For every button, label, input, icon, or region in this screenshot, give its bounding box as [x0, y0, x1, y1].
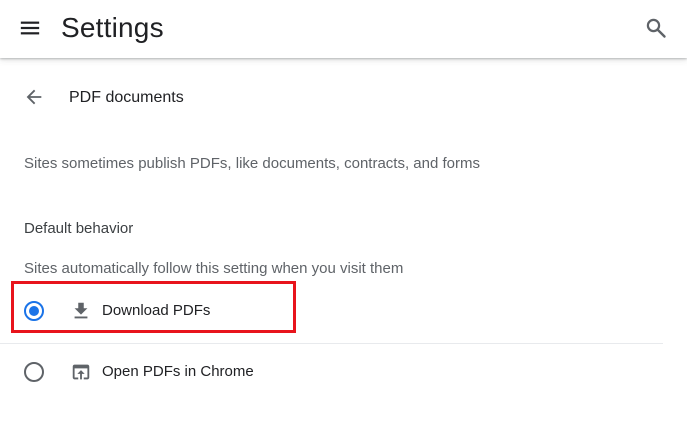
open-in-browser-icon	[72, 364, 90, 380]
option-label-open-pdfs-in-chrome: Open PDFs in Chrome	[102, 363, 254, 380]
arrow-back-icon[interactable]	[23, 86, 45, 108]
app-title: Settings	[61, 12, 164, 43]
hamburger-menu-icon[interactable]	[19, 17, 41, 39]
section-subheading: Sites automatically follow this setting …	[24, 260, 404, 277]
settings-content: PDF documents Sites sometimes publish PD…	[0, 58, 687, 448]
radio-option-download-pdfs[interactable]: Download PDFs	[0, 283, 663, 339]
search-icon[interactable]	[644, 16, 668, 40]
download-icon	[74, 302, 88, 319]
section-heading: Default behavior	[24, 220, 134, 237]
radio-button-open-pdfs-in-chrome[interactable]	[24, 362, 44, 382]
app-header: Settings	[0, 0, 687, 58]
page-title: PDF documents	[69, 89, 184, 106]
option-label-download-pdfs: Download PDFs	[102, 302, 211, 319]
radio-button-download-pdfs[interactable]	[24, 301, 44, 321]
page-description: Sites sometimes publish PDFs, like docum…	[24, 155, 481, 172]
radio-option-open-pdfs-in-chrome[interactable]: Open PDFs in Chrome	[0, 343, 663, 400]
